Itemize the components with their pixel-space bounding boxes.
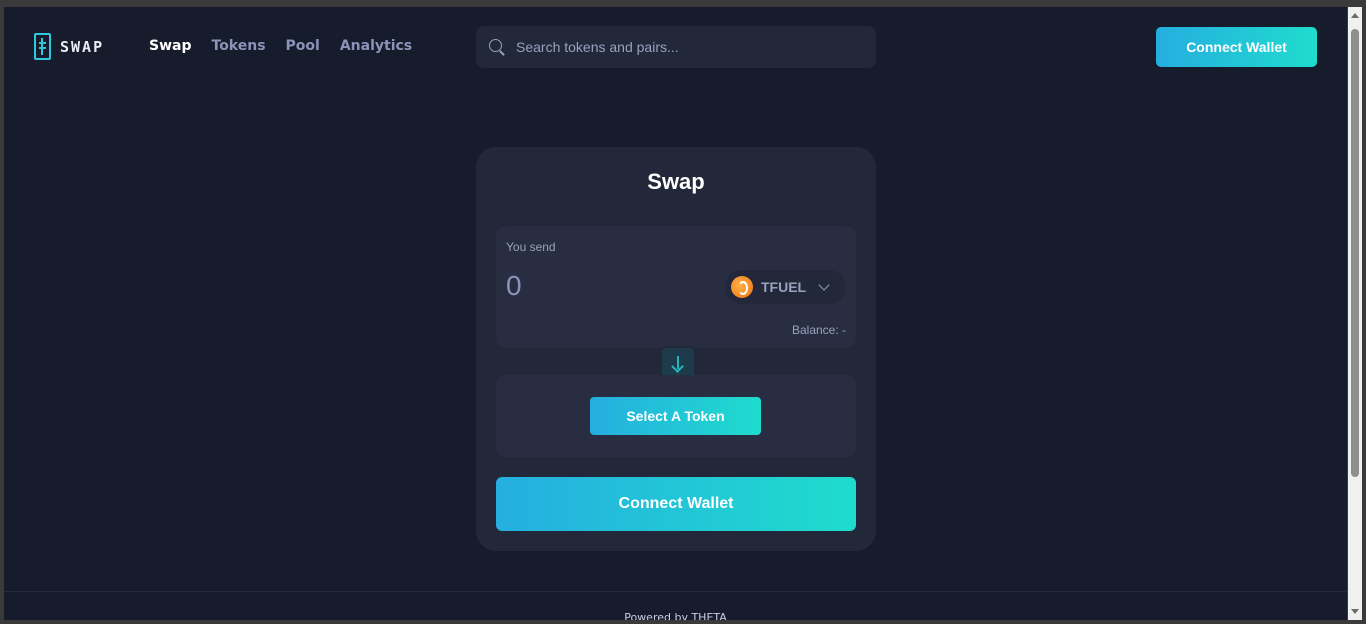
search-icon xyxy=(488,38,506,56)
scroll-up-arrow-icon[interactable] xyxy=(1351,13,1359,18)
send-label: You send xyxy=(506,240,556,254)
connect-wallet-button[interactable]: Connect Wallet xyxy=(496,477,856,531)
nav-analytics[interactable]: Analytics xyxy=(340,38,412,54)
nav-tokens[interactable]: Tokens xyxy=(212,38,266,54)
send-panel: You send 0 TFUEL Balance: - xyxy=(496,226,856,348)
header-connect-wallet-button[interactable]: Connect Wallet xyxy=(1156,27,1317,67)
send-balance: Balance: - xyxy=(791,323,846,337)
main-nav: Swap Tokens Pool Analytics xyxy=(149,38,412,54)
app-window: SWAP Swap Tokens Pool Analytics Connect … xyxy=(4,7,1347,620)
send-token-selector[interactable]: TFUEL xyxy=(725,270,846,304)
swap-card: Swap You send 0 TFUEL Balance: - Select … xyxy=(476,147,876,551)
footer-powered-by: Powered by THETA xyxy=(624,611,727,620)
send-token-name: TFUEL xyxy=(761,279,807,295)
nav-swap[interactable]: Swap xyxy=(149,38,192,54)
search-input[interactable] xyxy=(514,38,858,56)
select-token-button[interactable]: Select A Token xyxy=(590,397,761,435)
scroll-down-arrow-icon[interactable] xyxy=(1351,609,1359,614)
swap-card-title: Swap xyxy=(647,169,705,194)
theta-logo-icon xyxy=(34,33,51,60)
nav-pool[interactable]: Pool xyxy=(286,38,320,54)
scrollbar-thumb[interactable] xyxy=(1351,29,1359,477)
footer-divider xyxy=(4,591,1347,592)
logo-text: SWAP xyxy=(60,37,105,56)
logo[interactable]: SWAP xyxy=(34,33,104,60)
search-bar[interactable] xyxy=(476,26,876,68)
chevron-down-icon xyxy=(818,279,830,291)
receive-panel: Select A Token xyxy=(496,375,856,457)
vertical-scrollbar[interactable] xyxy=(1348,7,1362,620)
send-amount-input[interactable]: 0 xyxy=(506,270,522,302)
tfuel-icon xyxy=(731,276,753,298)
